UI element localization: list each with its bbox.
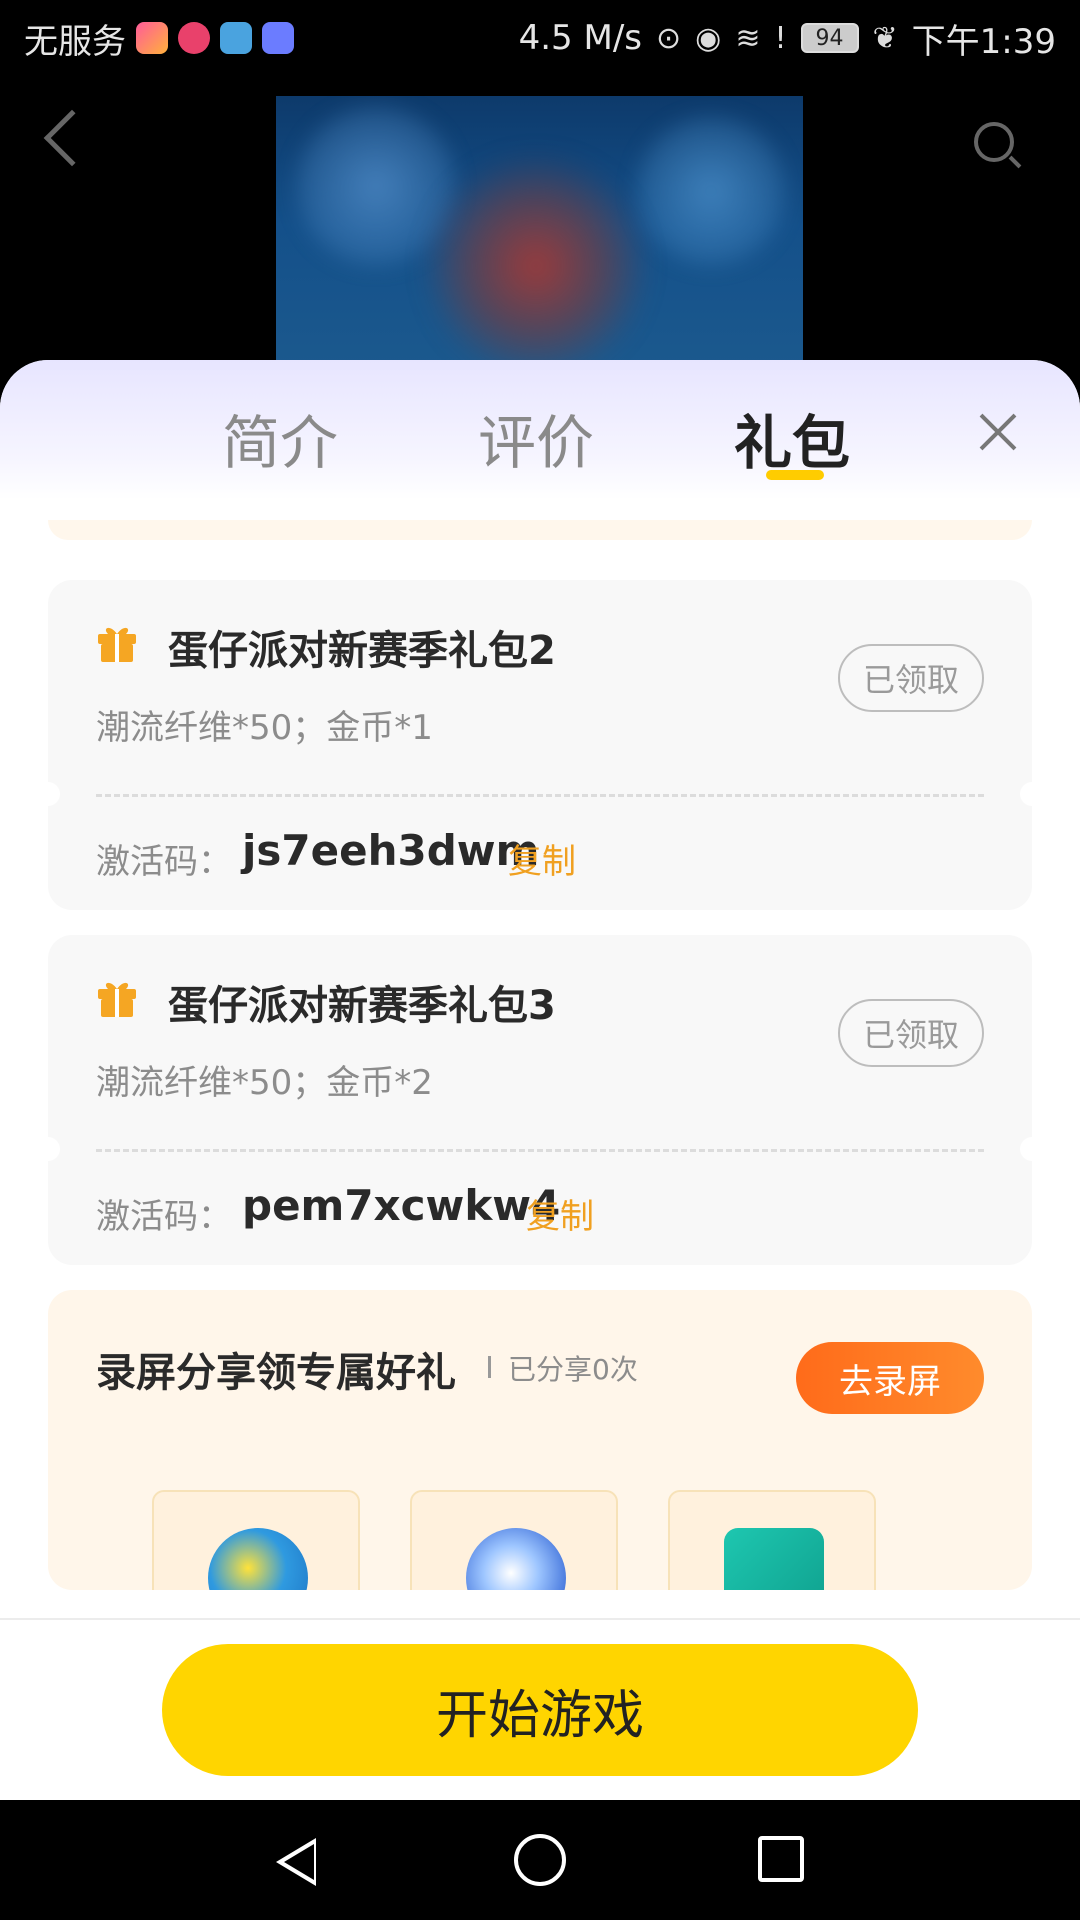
ring-icon (466, 1528, 566, 1590)
gift-pack-title: 蛋仔派对新赛季礼包3 (168, 983, 556, 1029)
code-label: 激活码： (96, 842, 232, 882)
separator (488, 1356, 491, 1378)
app-notification-icon (178, 22, 210, 54)
reward-item[interactable] (668, 1490, 876, 1590)
bottom-action-bar: 开始游戏 (0, 1618, 1080, 1802)
back-button[interactable] (43, 109, 101, 167)
code-label: 激活码： (96, 1197, 232, 1237)
nav-recent-apps-icon[interactable] (758, 1836, 804, 1882)
game-cover-image (276, 96, 803, 386)
nav-home-icon[interactable] (514, 1834, 566, 1886)
clock: 下午1:39 (911, 21, 1056, 62)
share-reward-section: 录屏分享领专属好礼 已分享0次 去录屏 (48, 1290, 1032, 1590)
reward-item[interactable] (152, 1490, 360, 1590)
claimed-button[interactable]: 已领取 (838, 999, 984, 1067)
bottle-cap-icon (208, 1528, 308, 1590)
status-bar: 无服务 4.5 M/s ⊙ ◉ ≋ ! 94 ❦ 下午1:39 (0, 0, 1080, 76)
system-nav-bar (0, 1800, 1080, 1920)
music-app-icon (262, 22, 294, 54)
gift-icon (98, 627, 136, 662)
start-game-button[interactable]: 开始游戏 (162, 1644, 918, 1776)
nav-back-icon[interactable] (276, 1838, 316, 1886)
battery-icon: 94 (800, 23, 859, 53)
activation-code: pem7xcwkw4 (242, 1181, 561, 1230)
gift-pack-title: 蛋仔派对新赛季礼包2 (168, 628, 556, 674)
activation-code: js7eeh3dwm (242, 826, 540, 875)
gift-pack-contents: 潮流纤维*50；金币*2 (96, 1063, 433, 1103)
claimed-button[interactable]: 已领取 (838, 644, 984, 712)
wifi-icon: ≋ (735, 20, 761, 56)
eye-icon: ◉ (695, 20, 722, 56)
app-notification-icon (220, 22, 252, 54)
copy-code-button[interactable]: 复制 (526, 1189, 594, 1238)
data-icon: ⊙ (656, 20, 682, 56)
network-speed: 4.5 M/s (518, 18, 642, 58)
leaf-icon: ❦ (872, 20, 898, 56)
copy-code-button[interactable]: 复制 (508, 834, 576, 883)
carrier-label: 无服务 (24, 21, 126, 62)
detail-sheet: 简介 评价 礼包 蛋仔派对新赛季礼包2 潮流纤维*50；金币*1 已领取 激活码… (0, 360, 1080, 1800)
badge-card-icon (724, 1528, 824, 1590)
divider (96, 794, 984, 797)
reward-item[interactable] (410, 1490, 618, 1590)
record-screen-button[interactable]: 去录屏 (796, 1342, 984, 1414)
divider (96, 1149, 984, 1152)
gift-pack-contents: 潮流纤维*50；金币*1 (96, 708, 433, 748)
app-notification-icon (136, 22, 168, 54)
share-count: 已分享0次 (508, 1353, 638, 1386)
search-button[interactable] (974, 122, 1014, 162)
tab-bar: 简介 评价 礼包 (0, 360, 1080, 500)
tab-gift-packs[interactable]: 礼包 (734, 396, 850, 480)
alert-icon: ! (774, 20, 787, 56)
close-button[interactable] (976, 410, 1020, 454)
gift-pack-card: 蛋仔派对新赛季礼包3 潮流纤维*50；金币*2 已领取 激活码： pem7xcw… (36, 935, 1044, 1265)
active-tab-indicator (766, 470, 824, 480)
share-title: 录屏分享领专属好礼 (96, 1350, 456, 1396)
tab-reviews[interactable]: 评价 (478, 396, 594, 480)
tab-intro[interactable]: 简介 (222, 396, 338, 480)
gift-icon (98, 982, 136, 1017)
gift-pack-card: 蛋仔派对新赛季礼包2 潮流纤维*50；金币*1 已领取 激活码： js7eeh3… (36, 580, 1044, 910)
previous-card-edge (48, 520, 1032, 540)
